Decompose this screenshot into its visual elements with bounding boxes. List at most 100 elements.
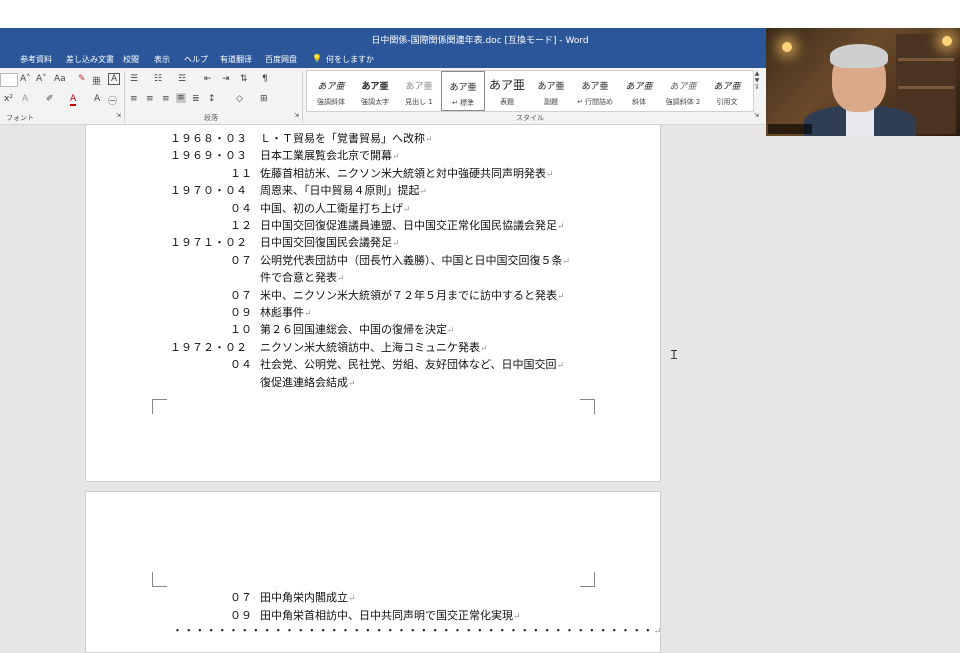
i-beam-cursor-icon: Ｉ: [668, 348, 681, 362]
highlight-icon[interactable]: ✐: [46, 94, 54, 104]
menu-references[interactable]: 参考資料: [20, 54, 52, 65]
webcam-overlay: [766, 28, 960, 136]
line-text: 米中、ニクソン米大統領が７２年５月までに訪中すると発表↵: [260, 288, 565, 302]
line-text: 日中国交回復国民会議発足↵: [260, 236, 400, 250]
decrease-indent-icon[interactable]: ⇤: [204, 74, 212, 84]
crop-mark: [152, 399, 167, 414]
line-date: ０４: [230, 358, 252, 372]
style-tile-selected[interactable]: あア亜 ↵ 標準: [441, 71, 485, 111]
line-text: 日中国交回復促進議員連盟、日中国交正常化国民協議会発足↵: [260, 219, 565, 232]
lamp: [782, 42, 792, 52]
menu-view[interactable]: 表示: [154, 54, 170, 65]
font-color-icon[interactable]: A: [70, 94, 77, 106]
line-text: 社会党、公明党、民社党、労組、友好団体など、日中国交回↵: [260, 358, 564, 372]
line-date: １２: [230, 219, 252, 232]
multilevel-list-icon[interactable]: ☲: [178, 74, 186, 84]
menu-baidu-netdisk[interactable]: 百度网盘: [265, 54, 297, 65]
line-text: Ｌ・Ｔ貿易を「覚書貿易」へ改称↵: [260, 132, 433, 145]
line-text: 田中角栄内閣成立↵: [260, 591, 356, 604]
shrink-font-icon[interactable]: A˅: [36, 74, 47, 84]
crop-mark: [580, 399, 595, 414]
char-border-icon[interactable]: A: [108, 73, 121, 85]
sort-icon[interactable]: ⇅: [240, 74, 248, 84]
paragraph-dialog-launcher-icon[interactable]: ⇲: [294, 112, 299, 119]
line-date: １９７０・０４: [170, 184, 247, 198]
person-hair: [830, 44, 888, 68]
line-text: 田中角栄首相訪中、日中共同声明で国交正常化実現↵: [260, 608, 521, 622]
paragraph-group-label: 段落: [204, 114, 218, 122]
expand-gallery-icon[interactable]: ⊽: [753, 84, 761, 91]
menu-review[interactable]: 校閲: [123, 54, 139, 65]
style-tile[interactable]: あア亜 強調斜体 2: [661, 71, 705, 111]
lamp: [942, 36, 952, 46]
distribute-icon[interactable]: ≣: [192, 94, 200, 104]
clear-format-icon[interactable]: ✎: [78, 74, 86, 84]
style-tile[interactable]: あア亜 表題: [485, 71, 529, 111]
grow-font-icon[interactable]: A˄: [20, 74, 31, 84]
person-shirt: [846, 108, 874, 136]
bullets-icon[interactable]: ☰: [130, 74, 138, 84]
style-tile[interactable]: あア亜 斜体: [617, 71, 661, 111]
styles-gallery: あア亜 強調斜体 あア亜 強調太字 あア亜 見出し 1 あア亜 ↵ 標準 あア亜…: [306, 70, 754, 112]
styles-scroll[interactable]: ▲ ▼ ⊽: [753, 70, 761, 110]
text-effects-icon[interactable]: A: [22, 94, 28, 104]
line-text: 周恩来、「日中貿易４原則」提起↵: [260, 184, 428, 198]
font-group-label: フォント: [6, 114, 34, 122]
dotted-separator: ・・・・・・・・・・・・・・・・・・・・・・・・・・・・・・・・・・・・・・・・…: [172, 624, 662, 637]
line-date: １０: [230, 323, 252, 337]
line-text: 公明党代表団訪中（団長竹入義勝）、中国と日中国交回復５条↵: [260, 253, 571, 267]
menu-youdao-translate[interactable]: 有道翻译: [220, 54, 252, 65]
top-strip: [0, 0, 960, 28]
line-date: ０７: [230, 253, 252, 267]
justify-icon[interactable]: ≡: [176, 93, 186, 103]
styles-group-label: スタイル: [516, 114, 544, 122]
line-date: ０９: [230, 608, 252, 622]
lightbulb-icon: 💡: [312, 54, 322, 63]
phonetic-guide-icon[interactable]: 亜: [92, 74, 101, 87]
separator: [124, 71, 125, 123]
superscript-icon[interactable]: x²: [4, 94, 13, 104]
line-date: １１: [230, 166, 252, 180]
line-text: 中国、初の人工衛星打ち上げ↵: [260, 201, 411, 215]
change-case-icon[interactable]: Aa: [54, 74, 66, 84]
style-tile[interactable]: あア亜 強調斜体: [309, 71, 353, 111]
shelf-board: [898, 86, 954, 89]
tell-me-search[interactable]: 何をしますか: [326, 54, 374, 65]
char-shading-icon[interactable]: A: [94, 94, 100, 104]
style-tile[interactable]: あア亜 強調太字: [353, 71, 397, 111]
borders-icon[interactable]: ⊞: [260, 94, 268, 104]
line-date: ０７: [230, 591, 252, 604]
increase-indent-icon[interactable]: ⇥: [222, 74, 230, 84]
line-text: 件で合意と発表↵: [260, 271, 345, 285]
align-center-icon[interactable]: ≡: [146, 94, 154, 104]
menu-mailings[interactable]: 差し込み文書: [66, 54, 114, 65]
line-date: ０７: [230, 288, 252, 302]
line-date: １９６８・０３: [170, 132, 247, 145]
align-right-icon[interactable]: ≡: [162, 94, 170, 104]
style-tile[interactable]: あア亜 副題: [529, 71, 573, 111]
style-tile[interactable]: あア亜 引用文: [705, 71, 749, 111]
line-text: 復促進連絡会結成↵: [260, 375, 356, 389]
style-tile[interactable]: あア亜 見出し 1: [397, 71, 441, 111]
line-date: １９７２・０２: [170, 340, 247, 354]
shading-icon[interactable]: ◇: [236, 94, 243, 104]
line-text: 第２６回国連総会、中国の復帰を決定↵: [260, 323, 455, 337]
shelf-board: [898, 58, 954, 61]
show-marks-icon[interactable]: ¶: [262, 74, 268, 84]
scroll-down-icon[interactable]: ▼: [753, 77, 761, 84]
line-date: １９６９・０３: [170, 149, 247, 163]
line-text: ニクソン米大統領訪中、上海コミュニケ発表↵: [260, 340, 488, 354]
line-text: 佐藤首相訪米、ニクソン米大統領と対中強硬共同声明発表↵: [260, 166, 554, 180]
numbering-icon[interactable]: ☷: [154, 74, 162, 84]
align-left-icon[interactable]: ≡: [130, 94, 138, 104]
font-size-dropdown[interactable]: [0, 73, 18, 87]
style-tile[interactable]: あア亜 ↵ 行間詰め: [573, 71, 617, 111]
styles-dialog-launcher-icon[interactable]: ⇲: [754, 112, 759, 119]
line-text: 日本工業展覧会北京で開幕↵: [260, 149, 400, 163]
font-dialog-launcher-icon[interactable]: ⇲: [116, 112, 121, 119]
line-spacing-icon[interactable]: ↕: [208, 94, 216, 104]
line-date: ０９: [230, 306, 252, 319]
enclose-char-icon[interactable]: ㊀: [108, 94, 117, 107]
menu-help[interactable]: ヘルプ: [184, 54, 208, 65]
scroll-up-icon[interactable]: ▲: [753, 70, 761, 77]
